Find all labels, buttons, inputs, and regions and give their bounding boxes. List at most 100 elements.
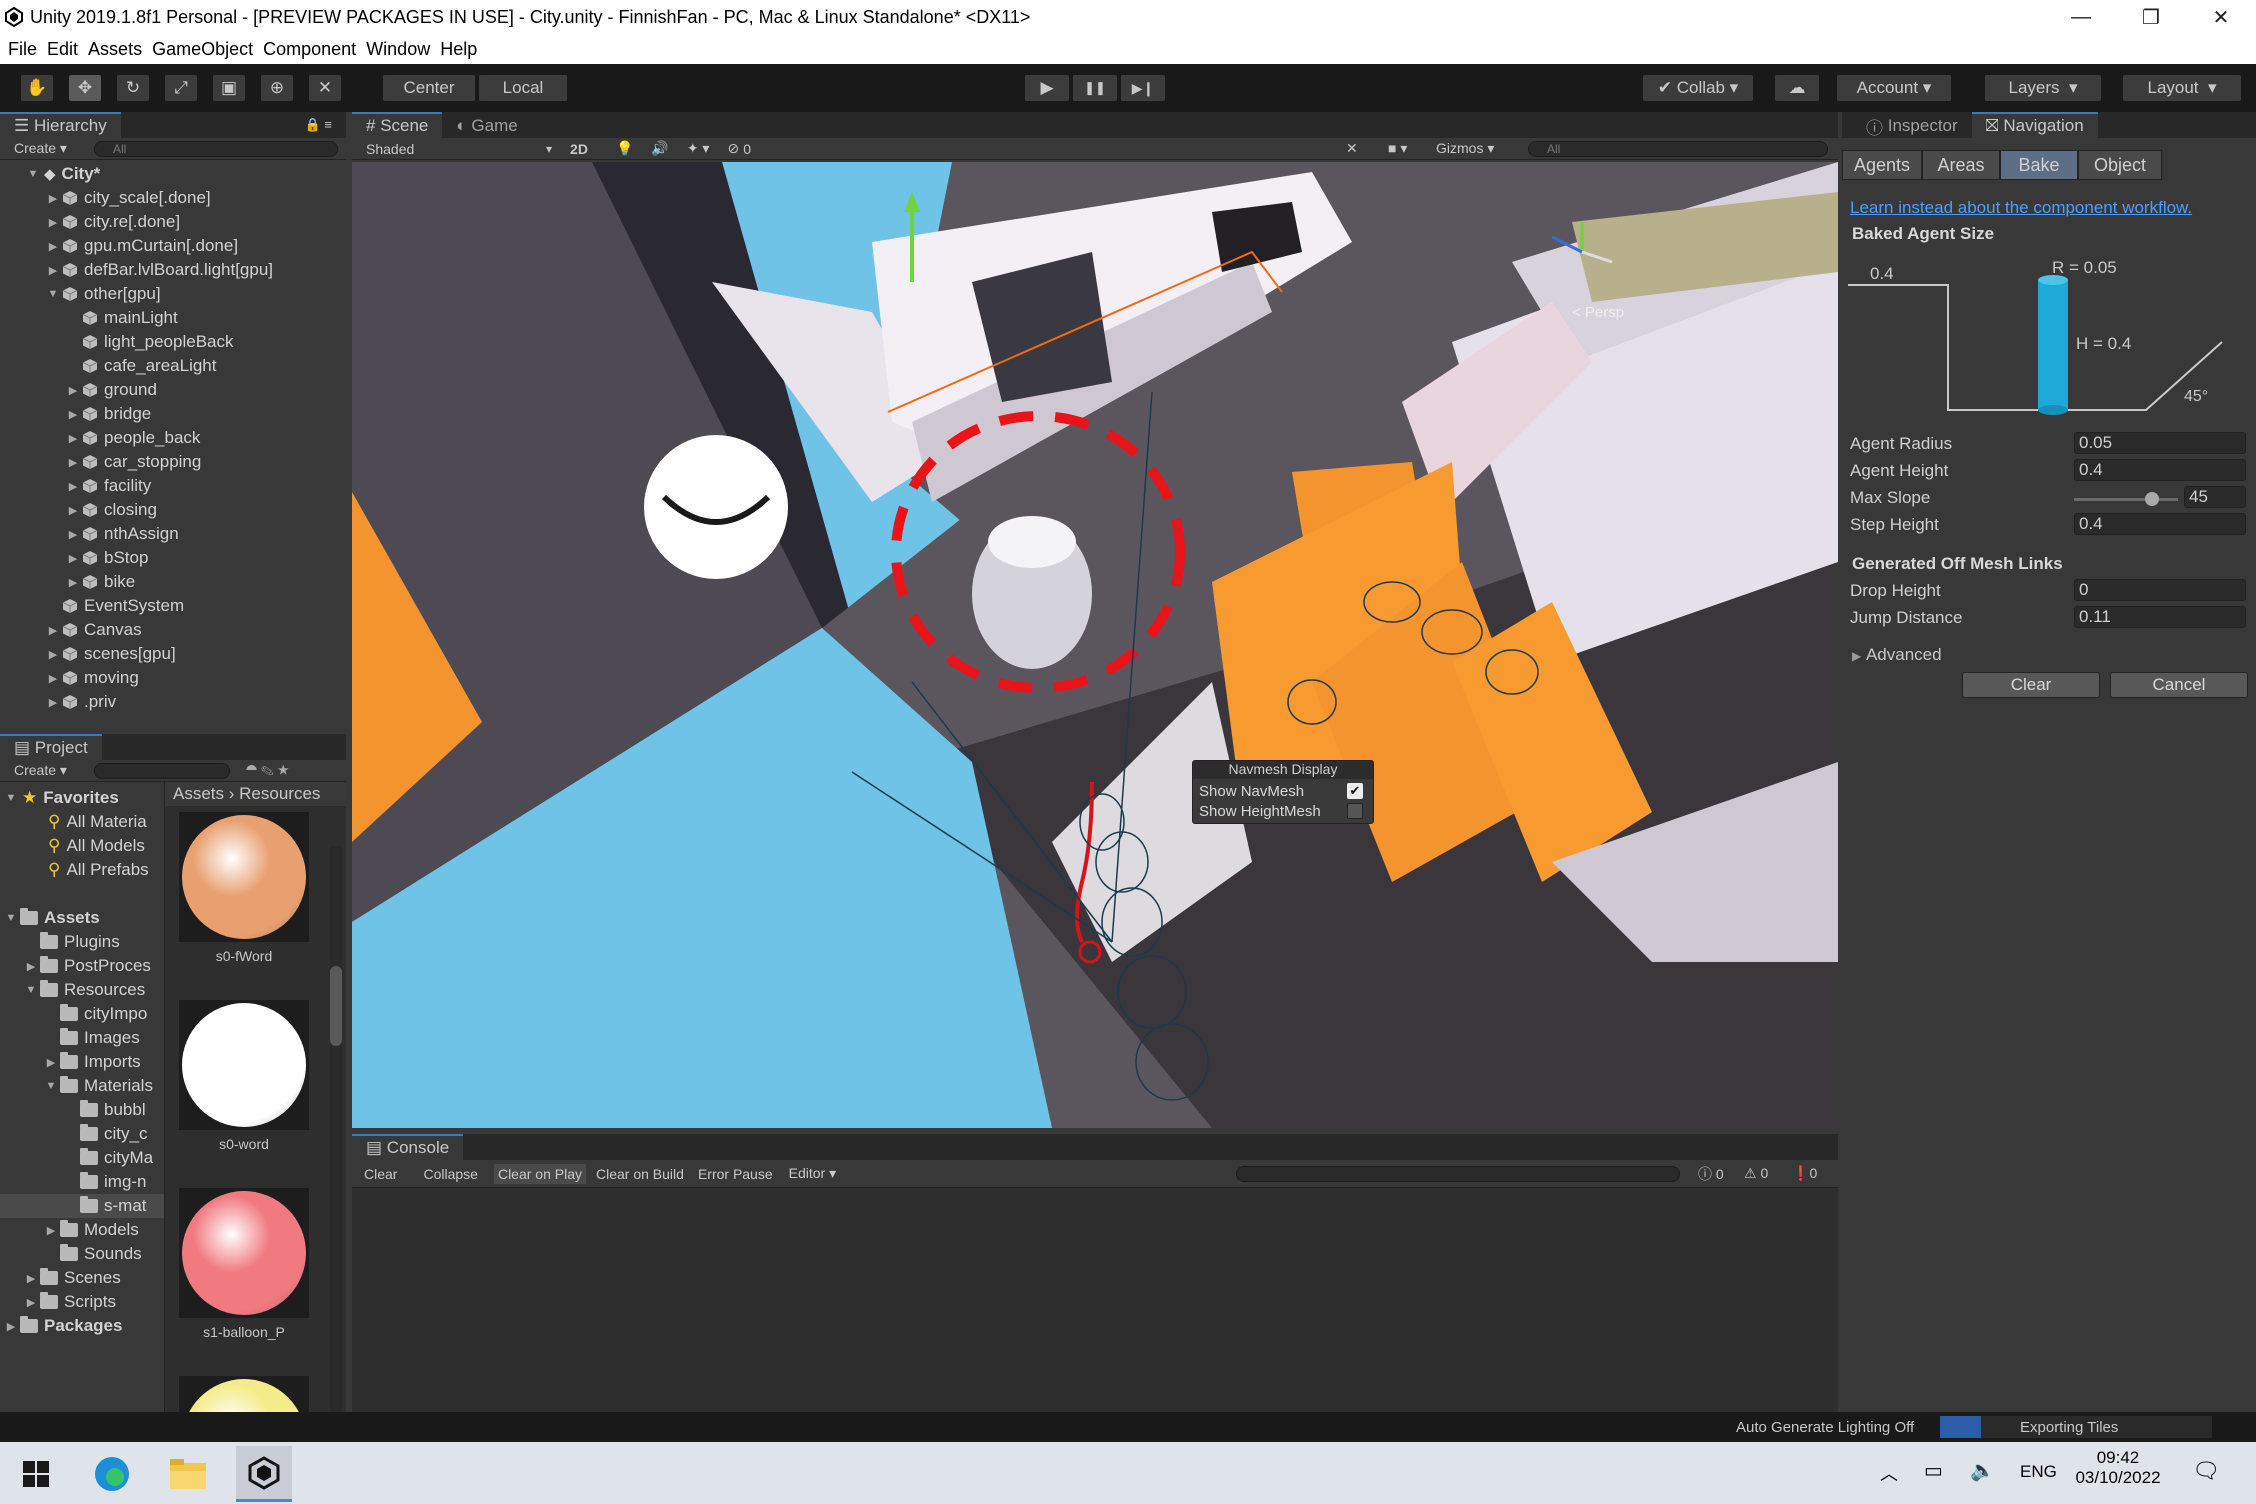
expand-arrow-icon[interactable]: ▶	[66, 552, 80, 565]
nav-tab-agents[interactable]: Agents	[1842, 150, 1922, 180]
menu-file[interactable]: File	[8, 39, 37, 60]
agent-height-field[interactable]: 0.4	[2074, 459, 2246, 481]
hierarchy-tab[interactable]: ☰ Hierarchy	[0, 112, 121, 138]
scene-viewport[interactable]: < Persp Navmesh Display Show NavMesh ✔ S…	[352, 162, 1838, 1128]
hierarchy-item[interactable]: ▶ bStop	[0, 546, 346, 570]
expand-arrow-icon[interactable]: ▶	[46, 240, 60, 253]
hierarchy-search-input[interactable]: All	[94, 140, 338, 157]
project-folder[interactable]: city_c	[0, 1122, 164, 1146]
clear-button[interactable]: Clear	[1962, 672, 2100, 698]
project-folder[interactable]: ▶ PostProces	[0, 954, 164, 978]
expand-arrow-icon[interactable]: ▶	[66, 432, 80, 445]
expand-arrow-icon[interactable]: ▶	[66, 480, 80, 493]
expand-arrow-icon[interactable]: ▼	[44, 1080, 58, 1092]
collab-dropdown[interactable]: ✔ Collab ▾	[1642, 74, 1754, 102]
hand-tool-icon[interactable]: ✋	[20, 74, 54, 102]
expand-arrow-icon[interactable]: ▶	[46, 192, 60, 205]
project-create-dropdown[interactable]: Create ▾	[14, 762, 67, 779]
hierarchy-item[interactable]: ▶ gpu.mCurtain[.done]	[0, 234, 346, 258]
hierarchy-item[interactable]: ▶ nthAssign	[0, 522, 346, 546]
pause-button[interactable]: ❚❚	[1072, 74, 1118, 102]
favorite-item[interactable]: ⚲ All Models	[0, 834, 164, 858]
scene-tab[interactable]: # Scene	[352, 112, 443, 138]
cancel-button[interactable]: Cancel	[2110, 672, 2248, 698]
nav-tab-object[interactable]: Object	[2078, 150, 2162, 180]
menu-gameobject[interactable]: GameObject	[152, 39, 253, 60]
menu-component[interactable]: Component	[263, 39, 356, 60]
project-search-input[interactable]	[94, 762, 230, 779]
project-folder[interactable]: bubbl	[0, 1098, 164, 1122]
hierarchy-item[interactable]: ▶ ground	[0, 378, 346, 402]
project-scrollbar[interactable]	[330, 846, 342, 1446]
expand-arrow-icon[interactable]: ▶	[4, 1320, 18, 1333]
camera-icon[interactable]: ■ ▾	[1388, 140, 1407, 157]
project-folder[interactable]: ▼ Materials	[0, 1074, 164, 1098]
hierarchy-item[interactable]: ▶ defBar.lvlBoard.light[gpu]	[0, 258, 346, 282]
breadcrumb-resources[interactable]: Resources	[239, 784, 320, 804]
expand-arrow-icon[interactable]: ▶	[46, 216, 60, 229]
error-count-toggle[interactable]: ❗0	[1792, 1165, 1817, 1182]
project-folder[interactable]: cityMa	[0, 1146, 164, 1170]
expand-arrow-icon[interactable]: ▶	[66, 408, 80, 421]
move-tool-icon[interactable]: ✥	[68, 74, 102, 102]
hierarchy-item[interactable]: ▶ city.re[.done]	[0, 210, 346, 234]
unity-taskbar-icon[interactable]	[236, 1446, 292, 1502]
language-indicator[interactable]: ENG	[2020, 1462, 2057, 1482]
expand-arrow-icon[interactable]: ▶	[66, 576, 80, 589]
asset-preview[interactable]: s0-fWord	[179, 812, 309, 964]
hierarchy-item[interactable]: ▶ moving	[0, 666, 346, 690]
close-button[interactable]: ✕	[2186, 0, 2256, 34]
project-folder[interactable]: ▶ Imports	[0, 1050, 164, 1074]
console-tab[interactable]: ▤ Console	[352, 1134, 464, 1160]
project-folder[interactable]: Images	[0, 1026, 164, 1050]
project-folder[interactable]: ▶ Scripts	[0, 1290, 164, 1314]
hierarchy-item[interactable]: ▶ facility	[0, 474, 346, 498]
expand-arrow-icon[interactable]: ▼	[24, 984, 38, 996]
hierarchy-item[interactable]: ▶ bike	[0, 570, 346, 594]
mode-2d-toggle[interactable]: 2D	[570, 141, 588, 157]
console-collapse-button[interactable]: Collapse	[423, 1166, 477, 1182]
step-button[interactable]: ▶❙	[1120, 74, 1166, 102]
hierarchy-item[interactable]: light_peopleBack	[0, 330, 346, 354]
expand-arrow-icon[interactable]: ▼	[4, 792, 18, 804]
project-folder[interactable]: ▶ Scenes	[0, 1266, 164, 1290]
edge-browser-icon[interactable]	[84, 1446, 140, 1502]
console-log-list[interactable]	[352, 1188, 1838, 1412]
project-folder[interactable]: cityImpo	[0, 1002, 164, 1026]
expand-arrow-icon[interactable]: ▶	[24, 1272, 38, 1285]
project-folder[interactable]: ▶ Models	[0, 1218, 164, 1242]
asset-preview[interactable]: s1-balloon_P	[179, 1188, 309, 1340]
volume-icon[interactable]: 🔈	[1970, 1458, 1995, 1483]
hidden-objects-icon[interactable]: ⊘	[727, 140, 739, 157]
custom-tool-icon[interactable]: ✕	[308, 74, 342, 102]
show-navmesh-checkbox[interactable]: ✔	[1347, 783, 1363, 799]
rect-tool-icon[interactable]: ▣	[212, 74, 246, 102]
gizmos-dropdown[interactable]: Gizmos ▾	[1436, 140, 1494, 157]
max-slope-slider-thumb[interactable]	[2145, 492, 2159, 506]
expand-arrow-icon[interactable]: ▶	[66, 384, 80, 397]
hierarchy-item[interactable]: ▶ closing	[0, 498, 346, 522]
console-search-input[interactable]	[1236, 1165, 1680, 1182]
advanced-foldout[interactable]: ▶ Advanced	[1852, 645, 1942, 665]
component-workflow-link[interactable]: Learn instead about the component workfl…	[1850, 198, 2192, 218]
step-height-field[interactable]: 0.4	[2074, 513, 2246, 535]
hierarchy-item[interactable]: EventSystem	[0, 594, 346, 618]
panel-menu-icon[interactable]: 🔒 ≡	[305, 117, 332, 133]
navigation-tab[interactable]: ⛝ Navigation	[1971, 112, 2098, 138]
project-tab[interactable]: ▤ Project	[0, 734, 102, 760]
agent-radius-field[interactable]: 0.05	[2074, 432, 2246, 454]
rotate-tool-icon[interactable]: ↻	[116, 74, 150, 102]
menu-help[interactable]: Help	[440, 39, 477, 60]
expand-arrow-icon[interactable]: ▶	[66, 504, 80, 517]
menu-assets[interactable]: Assets	[88, 39, 142, 60]
hierarchy-item[interactable]: ▶ .priv	[0, 690, 346, 714]
max-slope-slider[interactable]	[2074, 492, 2178, 506]
expand-arrow-icon[interactable]: ▶	[46, 624, 60, 637]
tray-overflow-icon[interactable]: ︿	[1880, 1460, 1898, 1486]
hierarchy-create-dropdown[interactable]: Create ▾	[14, 140, 67, 157]
minimize-button[interactable]: —	[2046, 0, 2116, 34]
battery-icon[interactable]: ▭	[1924, 1458, 1943, 1483]
project-folder[interactable]: s-mat	[0, 1194, 164, 1218]
scene-root-row[interactable]: ▼ ◆ City*	[0, 162, 346, 186]
shading-mode-dropdown[interactable]: Shaded	[366, 141, 536, 157]
